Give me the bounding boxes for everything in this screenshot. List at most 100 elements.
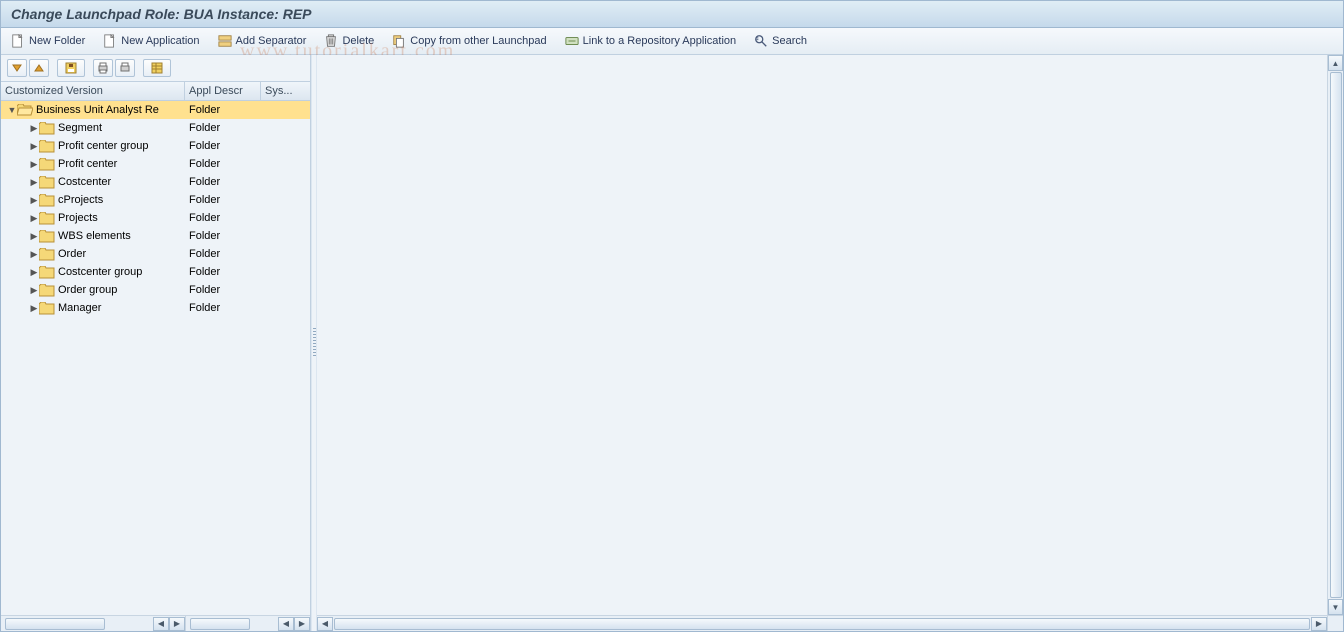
new-document-icon bbox=[11, 34, 25, 48]
tree-row[interactable]: ▶Projects Folder bbox=[1, 209, 310, 227]
tree-descr: Folder bbox=[189, 284, 220, 296]
collapse-icon bbox=[33, 62, 45, 74]
tree-label: Manager bbox=[58, 302, 101, 314]
tree-descr: Folder bbox=[189, 176, 220, 188]
print-preview-icon bbox=[119, 62, 131, 74]
expand-icon bbox=[11, 62, 23, 74]
tree-label: Projects bbox=[58, 212, 98, 224]
folder-icon bbox=[39, 194, 55, 207]
tree-label: Costcenter bbox=[58, 176, 111, 188]
right-vscroll[interactable]: ▲ ▼ bbox=[1327, 55, 1343, 615]
folder-icon bbox=[39, 302, 55, 315]
tree-label: Segment bbox=[58, 122, 102, 134]
separator-icon bbox=[218, 34, 232, 48]
tree-hscroll-left[interactable]: ◀ ▶ bbox=[1, 615, 185, 631]
tree-label: WBS elements bbox=[58, 230, 131, 242]
scroll-left-icon[interactable]: ◀ bbox=[278, 617, 294, 631]
grid-icon bbox=[151, 62, 163, 74]
tree-row[interactable]: ▶ Costcenter Folder bbox=[1, 173, 310, 191]
folder-icon bbox=[39, 176, 55, 189]
tree-row-root[interactable]: ▼ Business Unit Analyst Re Folder bbox=[1, 101, 310, 119]
expand-all-button[interactable] bbox=[7, 59, 27, 77]
save-variant-button[interactable] bbox=[57, 59, 85, 77]
content-area: Customized Version Appl Descr Sys... ▼ B… bbox=[1, 55, 1343, 631]
tree-descr: Folder bbox=[189, 140, 220, 152]
main-toolbar: New Folder New Application Add Separator… bbox=[1, 28, 1343, 55]
folder-icon bbox=[39, 212, 55, 225]
app-window: Change Launchpad Role: BUA Instance: REP… bbox=[0, 0, 1344, 632]
scroll-left-icon[interactable]: ◀ bbox=[153, 617, 169, 631]
tree-label: cProjects bbox=[58, 194, 103, 206]
print-preview-button[interactable] bbox=[115, 59, 135, 77]
save-icon bbox=[65, 62, 77, 74]
scroll-up-icon[interactable]: ▲ bbox=[1328, 55, 1343, 71]
column-appl-descr[interactable]: Appl Descr bbox=[185, 82, 261, 100]
column-header: Customized Version Appl Descr Sys... bbox=[1, 81, 310, 101]
folder-icon bbox=[39, 248, 55, 261]
tree-toggle[interactable]: ▶ bbox=[29, 141, 39, 152]
new-folder-button[interactable]: New Folder bbox=[11, 34, 85, 48]
tree-row[interactable]: ▶ cProjects Folder bbox=[1, 191, 310, 209]
layout-button[interactable] bbox=[143, 59, 171, 77]
print-button[interactable] bbox=[93, 59, 113, 77]
tree-row[interactable]: ▶ Segment Folder bbox=[1, 119, 310, 137]
tree-toggle[interactable]: ▶ bbox=[29, 303, 39, 314]
tree-toggle[interactable]: ▶ bbox=[29, 267, 39, 278]
scroll-left-icon[interactable]: ◀ bbox=[317, 617, 333, 631]
scroll-down-icon[interactable]: ▼ bbox=[1328, 599, 1343, 615]
tree-label: Profit center group bbox=[58, 140, 149, 152]
tree-descr: Folder bbox=[189, 302, 220, 314]
tree-label: Order bbox=[58, 248, 86, 260]
tree-row[interactable]: ▶Costcenter group Folder bbox=[1, 263, 310, 281]
tree-toggle[interactable]: ▶ bbox=[29, 123, 39, 134]
link-repo-button[interactable]: Link to a Repository Application bbox=[565, 34, 736, 48]
tree-toggle[interactable]: ▶ bbox=[29, 231, 39, 242]
tree-toggle[interactable]: ▶ bbox=[29, 249, 39, 260]
print-icon bbox=[97, 62, 109, 74]
tree-toggle[interactable]: ▼ bbox=[7, 105, 17, 115]
new-document-icon bbox=[103, 34, 117, 48]
tree-label: Costcenter group bbox=[58, 266, 142, 278]
copy-from-button[interactable]: Copy from other Launchpad bbox=[392, 34, 546, 48]
tree-body: ▼ Business Unit Analyst Re Folder ▶ Segme… bbox=[1, 101, 310, 615]
folder-open-icon bbox=[17, 104, 33, 117]
collapse-all-button[interactable] bbox=[29, 59, 49, 77]
tree-hscroll-right[interactable]: ◀ ▶ bbox=[185, 615, 310, 631]
tree-descr: Folder bbox=[189, 158, 220, 170]
column-version[interactable]: Customized Version bbox=[1, 82, 185, 100]
folder-icon bbox=[39, 230, 55, 243]
tree-descr: Folder bbox=[189, 122, 220, 134]
tree-toggle[interactable]: ▶ bbox=[29, 195, 39, 206]
trash-icon bbox=[324, 34, 338, 48]
search-button[interactable]: Search bbox=[754, 34, 807, 48]
folder-icon bbox=[39, 140, 55, 153]
new-application-button[interactable]: New Application bbox=[103, 34, 199, 48]
tree-toggle[interactable]: ▶ bbox=[29, 177, 39, 188]
tree-row[interactable]: ▶ Profit center group Folder bbox=[1, 137, 310, 155]
tree-descr: Folder bbox=[189, 194, 220, 206]
tree-label: Profit center bbox=[58, 158, 117, 170]
tree-row[interactable]: ▶ WBS elements Folder bbox=[1, 227, 310, 245]
tree-toggle[interactable]: ▶ bbox=[29, 159, 39, 170]
folder-icon bbox=[39, 266, 55, 279]
tree-toggle[interactable]: ▶ bbox=[29, 213, 39, 224]
add-separator-button[interactable]: Add Separator bbox=[218, 34, 307, 48]
tree-row[interactable]: ▶ Manager Folder bbox=[1, 299, 310, 317]
tree-row[interactable]: ▶ Profit center Folder bbox=[1, 155, 310, 173]
right-hscroll[interactable]: ◀ ▶ bbox=[317, 615, 1327, 631]
scroll-right-icon[interactable]: ▶ bbox=[1311, 617, 1327, 631]
search-icon bbox=[754, 34, 768, 48]
folder-icon bbox=[39, 158, 55, 171]
tree-descr: Folder bbox=[189, 248, 220, 260]
tree-row[interactable]: ▶ Order Folder bbox=[1, 245, 310, 263]
tree-label: Order group bbox=[58, 284, 117, 296]
tree-descr: Folder bbox=[189, 230, 220, 242]
tree-row[interactable]: ▶ Order group Folder bbox=[1, 281, 310, 299]
copy-icon bbox=[392, 34, 406, 48]
column-sys[interactable]: Sys... bbox=[261, 82, 310, 100]
tree-toggle[interactable]: ▶ bbox=[29, 285, 39, 296]
scroll-right-icon[interactable]: ▶ bbox=[294, 617, 310, 631]
tree-toolbar bbox=[1, 55, 310, 81]
scroll-right-icon[interactable]: ▶ bbox=[169, 617, 185, 631]
delete-button[interactable]: Delete bbox=[324, 34, 374, 48]
